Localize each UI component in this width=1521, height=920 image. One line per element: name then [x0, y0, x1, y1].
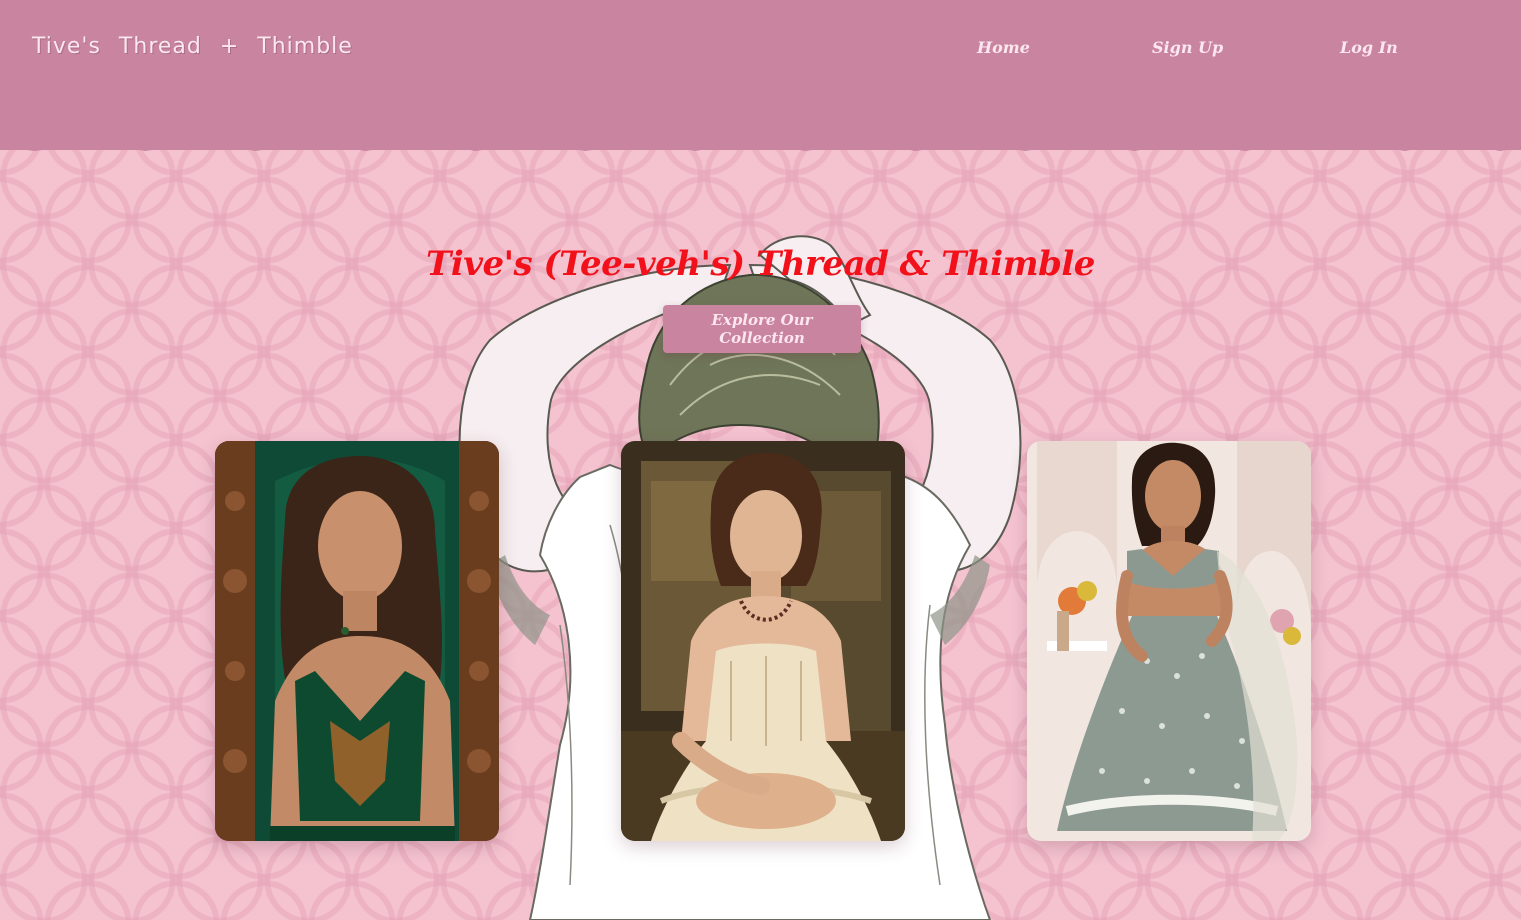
header-torn-edge: [0, 138, 1521, 151]
site-header: Tive's Thread + Thimble Home Sign Up Log…: [0, 0, 1521, 150]
gallery-card-cream-dress[interactable]: [621, 441, 905, 841]
explore-collection-button[interactable]: Explore Our Collection: [663, 305, 861, 353]
nav-login-link[interactable]: Log In: [1340, 38, 1398, 57]
site-logo-text[interactable]: Tive's Thread + Thimble: [32, 34, 353, 59]
model-photo-sage-lehenga: [1027, 441, 1311, 841]
hero-title: Tive's (Tee-veh's) Thread & Thimble: [426, 244, 1095, 284]
nav-home-link[interactable]: Home: [977, 38, 1030, 57]
model-photo-green-top: [215, 441, 499, 841]
nav-signup-link[interactable]: Sign Up: [1152, 38, 1223, 57]
gallery-card-sage-lehenga[interactable]: [1027, 441, 1311, 841]
gallery-card-green-top[interactable]: [215, 441, 499, 841]
model-photo-cream-dress: [621, 441, 905, 841]
